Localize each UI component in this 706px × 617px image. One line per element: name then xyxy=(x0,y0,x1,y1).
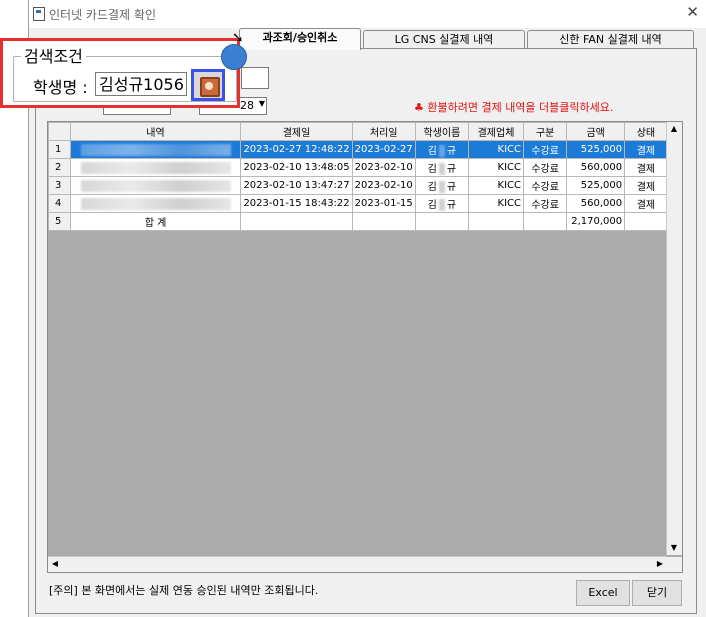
tab-lg-cns[interactable]: LG CNS 실결제 내역 xyxy=(363,30,525,49)
redacted-detail xyxy=(80,143,231,156)
search-condition-legend: 검색조건 xyxy=(21,43,86,67)
payment-grid[interactable]: 내역 결제일 처리일 학생이름 결제업체 구분 금액 상태 결 1 2023-0… xyxy=(47,121,683,573)
col-header-paid-date[interactable]: 결제일 xyxy=(240,122,353,141)
date-fragment: 28 xyxy=(240,99,254,112)
click-marker xyxy=(221,44,247,70)
redacted-detail xyxy=(80,161,231,174)
redacted-detail xyxy=(80,197,231,210)
title-bar: 인터넷 카드결제 확인 ✕ xyxy=(29,0,706,28)
tab-approval-cancel[interactable]: 과조회/승인취소 xyxy=(239,28,361,50)
col-header-vendor[interactable]: 결제업체 xyxy=(467,122,525,141)
col-header-amount[interactable]: 금액 xyxy=(566,122,626,141)
close-button[interactable]: 닫기 xyxy=(632,580,682,606)
redacted-detail xyxy=(80,179,231,192)
table-row[interactable]: 2 2023-02-10 13:48:05 2023-02-10 김규 KICC… xyxy=(48,158,682,177)
vertical-scrollbar[interactable]: ▲ ▼ xyxy=(666,122,682,555)
app-icon xyxy=(33,7,45,21)
search-button-stub[interactable] xyxy=(241,67,269,89)
student-search-button[interactable] xyxy=(191,69,225,101)
horizontal-scrollbar[interactable]: ◀ ▶ xyxy=(48,556,667,572)
student-name-label: 학생명 : xyxy=(33,78,88,97)
student-name-input[interactable]: 김성규1056 xyxy=(95,72,187,96)
scroll-down-icon[interactable]: ▼ xyxy=(667,541,681,555)
col-header-rownum xyxy=(48,122,71,141)
payment-table: 내역 결제일 처리일 학생이름 결제업체 구분 금액 상태 결 1 2023-0… xyxy=(48,122,682,231)
table-total-row: 5 합 계 2,170,000 xyxy=(48,212,682,231)
close-icon[interactable]: ✕ xyxy=(686,4,699,20)
scroll-up-icon[interactable]: ▲ xyxy=(667,122,681,136)
cursor-icon: ➘ xyxy=(232,30,244,46)
col-header-detail[interactable]: 내역 xyxy=(69,122,242,141)
table-row[interactable]: 3 2023-02-10 13:47:27 2023-02-10 김규 KICC… xyxy=(48,176,682,195)
search-icon xyxy=(200,77,220,97)
table-row[interactable]: 4 2023-01-15 18:43:22 2023-01-15 김규 KICC… xyxy=(48,194,682,213)
col-header-processed-date[interactable]: 처리일 xyxy=(351,122,416,141)
chevron-down-icon[interactable]: ▼ xyxy=(259,99,265,108)
col-header-student[interactable]: 학생이름 xyxy=(414,122,469,141)
scroll-left-icon[interactable]: ◀ xyxy=(48,557,62,571)
footer-note: [주의] 본 화면에서는 실제 연동 승인된 내역만 조회됩니다. xyxy=(49,584,319,597)
window-title: 인터넷 카드결제 확인 xyxy=(49,8,156,22)
refund-notice: ♣ 환불하려면 결제 내역을 더블클릭하세요. xyxy=(414,101,614,114)
col-header-status[interactable]: 상태 xyxy=(624,122,668,141)
search-condition-highlight: 검색조건 학생명 : 김성규1056 xyxy=(0,38,240,108)
table-row[interactable]: 1 2023-02-27 12:48:22 2023-02-27 김규 KICC… xyxy=(48,140,682,159)
scroll-right-icon[interactable]: ▶ xyxy=(653,557,667,571)
col-header-type[interactable]: 구분 xyxy=(523,122,568,141)
excel-button[interactable]: Excel xyxy=(576,580,630,606)
table-header: 내역 결제일 처리일 학생이름 결제업체 구분 금액 상태 결 xyxy=(48,122,682,141)
scrollbar-corner xyxy=(667,557,682,572)
tab-shinhan-fan[interactable]: 신한 FAN 실결제 내역 xyxy=(527,30,694,49)
